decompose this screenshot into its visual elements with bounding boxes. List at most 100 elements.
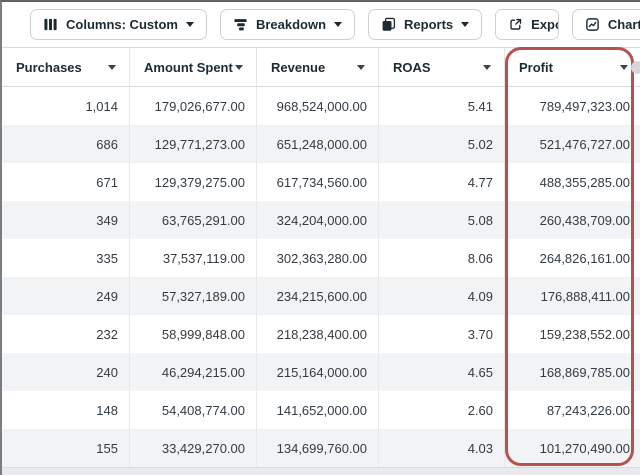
table-cell: 148 — [2, 391, 130, 429]
columns-icon — [43, 17, 58, 32]
table-cell: 57,327,189.00 — [130, 277, 257, 315]
charts-button[interactable]: Charts — [571, 9, 640, 40]
sort-dropdown-icon[interactable] — [108, 64, 116, 70]
header-label: Revenue — [271, 59, 326, 75]
table-cell: 218,238,400.00 — [257, 315, 379, 353]
table-cell: 324,204,000.00 — [257, 201, 379, 239]
table-cell: 651,248,000.00 — [257, 125, 379, 163]
table-cell: 101,270,490.00 — [505, 429, 640, 467]
table-cell: 671 — [2, 163, 130, 201]
table-cell: 129,379,275.00 — [130, 163, 257, 201]
table-row: 249 57,327,189.00 234,215,600.00 4.09 176,88… — [2, 277, 640, 315]
table-cell: 5.08 — [379, 201, 505, 239]
header-label: Amount Spent — [144, 59, 233, 75]
table-cell: 179,026,677.00 — [130, 87, 257, 125]
table-cell: 968,524,000.00 — [257, 87, 379, 125]
toolbar: Columns: Custom Breakdown Reports Exp Ch… — [2, 2, 640, 47]
table-cell: 240 — [2, 353, 130, 391]
charts-icon — [585, 17, 600, 32]
table-cell: 302,363,280.00 — [257, 239, 379, 277]
breakdown-button[interactable]: Breakdown — [219, 9, 356, 40]
table-cell: 159,238,552.00 — [505, 315, 640, 353]
table-cell: 176,888,411.00 — [505, 277, 640, 315]
table-cell: 264,826,161.00 — [505, 239, 640, 277]
table-row: 232 58,999,848.00 218,238,400.00 3.70 159,23… — [2, 315, 640, 353]
table-footer-strip — [2, 467, 640, 475]
edge-circle-decoration — [631, 61, 640, 74]
export-button[interactable]: Export — [496, 10, 558, 39]
columns-button-label: Columns: Custom — [66, 17, 178, 32]
breakdown-icon — [233, 17, 248, 32]
breakdown-button-label: Breakdown — [255, 17, 327, 32]
table-cell: 141,652,000.00 — [257, 391, 379, 429]
table-cell: 155 — [2, 429, 130, 467]
table-cell: 789,497,323.00 — [505, 87, 640, 125]
table-cell: 521,476,727.00 — [505, 125, 640, 163]
table-cell: 8.06 — [379, 239, 505, 277]
header-label: Profit — [519, 59, 553, 75]
table-row: 155 33,429,270.00 134,699,760.00 4.03 101,27… — [2, 429, 640, 467]
chevron-down-icon — [185, 22, 194, 27]
table-cell: 1,014 — [2, 87, 130, 125]
data-table: Purchases Amount Spent Revenue ROAS Profit 1… — [2, 47, 640, 467]
table-row: 240 46,294,215.00 215,164,000.00 4.65 168,86… — [2, 353, 640, 391]
columns-button[interactable]: Columns: Custom — [30, 9, 207, 40]
table-cell: 58,999,848.00 — [130, 315, 257, 353]
table-row: 349 63,765,291.00 324,204,000.00 5.08 260,43… — [2, 201, 640, 239]
table-cell: 5.02 — [379, 125, 505, 163]
table-cell: 129,771,273.00 — [130, 125, 257, 163]
reports-icon — [381, 17, 396, 32]
table-cell: 2.60 — [379, 391, 505, 429]
table-row: 671 129,379,275.00 617,734,560.00 4.77 488,3… — [2, 163, 640, 201]
header-cell-revenue[interactable]: Revenue — [257, 48, 379, 86]
table-row: 148 54,408,774.00 141,652,000.00 2.60 87,243… — [2, 391, 640, 429]
table-cell: 686 — [2, 125, 130, 163]
table-header-row: Purchases Amount Spent Revenue ROAS Profit — [2, 47, 640, 87]
header-cell-roas[interactable]: ROAS — [379, 48, 505, 86]
reports-button-label: Reports — [404, 17, 454, 32]
header-cell-amount-spent[interactable]: Amount Spent — [130, 48, 257, 86]
table-cell: 4.77 — [379, 163, 505, 201]
table-row: 686 129,771,273.00 651,248,000.00 5.02 521,4… — [2, 125, 640, 163]
table-cell: 63,765,291.00 — [130, 201, 257, 239]
export-icon — [508, 17, 523, 32]
sort-dropdown-icon[interactable] — [620, 64, 628, 70]
table-cell: 5.41 — [379, 87, 505, 125]
table-cell: 349 — [2, 201, 130, 239]
table-cell: 33,429,270.00 — [130, 429, 257, 467]
table-cell: 4.09 — [379, 277, 505, 315]
table-cell: 134,699,760.00 — [257, 429, 379, 467]
table-cell: 4.65 — [379, 353, 505, 391]
table-cell: 3.70 — [379, 315, 505, 353]
sort-dropdown-icon[interactable] — [483, 64, 491, 70]
export-button-label: Export — [531, 17, 558, 32]
table-cell: 46,294,215.00 — [130, 353, 257, 391]
charts-button-label: Charts — [607, 17, 640, 32]
header-cell-profit[interactable]: Profit — [505, 48, 640, 86]
table-cell: 335 — [2, 239, 130, 277]
table-cell: 260,438,709.00 — [505, 201, 640, 239]
table-cell: 4.03 — [379, 429, 505, 467]
table-cell: 37,537,119.00 — [130, 239, 257, 277]
table-row: 1,014 179,026,677.00 968,524,000.00 5.41 789… — [2, 87, 640, 125]
table-row: 335 37,537,119.00 302,363,280.00 8.06 264,82… — [2, 239, 640, 277]
table-cell: 168,869,785.00 — [505, 353, 640, 391]
ads-manager-screen: Columns: Custom Breakdown Reports Exp Ch… — [0, 0, 640, 475]
table-cell: 488,355,285.00 — [505, 163, 640, 201]
chevron-down-icon — [461, 22, 470, 27]
table-cell: 215,164,000.00 — [257, 353, 379, 391]
table-cell: 232 — [2, 315, 130, 353]
table-body: 1,014 179,026,677.00 968,524,000.00 5.41 789… — [2, 87, 640, 467]
export-split-button: Export — [495, 9, 559, 40]
header-cell-purchases[interactable]: Purchases — [2, 48, 130, 86]
table-cell: 87,243,226.00 — [505, 391, 640, 429]
table-cell: 249 — [2, 277, 130, 315]
sort-dropdown-icon[interactable] — [235, 64, 243, 70]
table-cell: 234,215,600.00 — [257, 277, 379, 315]
header-label: ROAS — [393, 59, 431, 75]
header-label: Purchases — [16, 59, 82, 75]
sort-dropdown-icon[interactable] — [357, 64, 365, 70]
table-cell: 617,734,560.00 — [257, 163, 379, 201]
reports-button[interactable]: Reports — [368, 9, 483, 40]
chevron-down-icon — [334, 22, 343, 27]
